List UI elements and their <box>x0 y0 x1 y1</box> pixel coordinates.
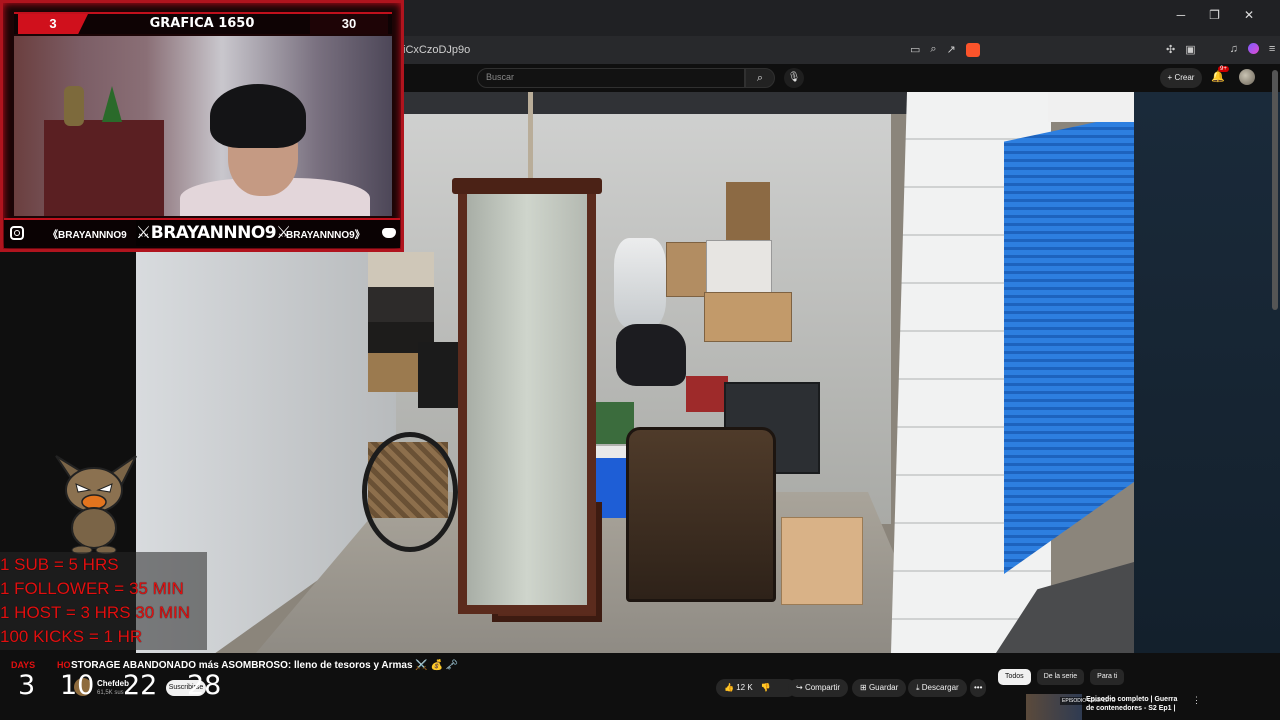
scrollbar[interactable] <box>1272 70 1278 310</box>
chip-todos[interactable]: Todos <box>998 669 1031 685</box>
rule-sub: 1 SUB = 5 HRS <box>0 555 119 574</box>
scene-cabinet-top <box>452 178 602 194</box>
zoom-icon[interactable]: ⌕ <box>930 43 936 57</box>
overlay-goal-title: GRAFICA 1650 <box>149 16 255 31</box>
cast-icon[interactable]: ▭ <box>910 43 920 57</box>
minimize-icon[interactable]: ─ <box>1177 8 1186 22</box>
timer-hours-label: HO <box>57 660 71 670</box>
window-controls: ─ ❐ ✕ <box>1177 8 1280 22</box>
scene-crockpot-box <box>706 240 772 296</box>
timer-seconds: 28 <box>187 670 222 701</box>
share-page-icon[interactable]: ↗ <box>947 43 956 57</box>
recommendation-chips: Todos De la serie Para ti <box>998 669 1125 685</box>
scene-crate <box>781 517 863 605</box>
scene-red-box <box>686 376 728 412</box>
close-icon[interactable]: ✕ <box>1244 8 1254 22</box>
thumbs-down-icon[interactable]: 👎 <box>761 683 771 692</box>
extensions-icon[interactable]: ✣ <box>1166 43 1175 56</box>
overlay-handle-left: 《BRAYANNNO9 <box>48 230 127 241</box>
address-bar[interactable]: iCxCzoDJp9o <box>403 44 470 56</box>
webcam-streamer-hair <box>210 84 306 148</box>
overlay-right-counter: 30 <box>310 14 388 34</box>
more-icon[interactable]: ⋮ <box>1192 695 1201 706</box>
channel-subscribers: 61,5K sus <box>97 690 124 696</box>
bookmark-icon: ⊞ <box>860 683 867 692</box>
video-side-backdrop <box>1134 92 1280 653</box>
more-actions-button[interactable]: ••• <box>970 679 987 697</box>
instagram-icon-lens <box>14 230 20 236</box>
scene-display-cabinet <box>458 184 596 614</box>
avatar[interactable] <box>1239 69 1255 85</box>
webcam-figurine <box>64 86 84 126</box>
brave-shield-icon[interactable] <box>965 43 980 57</box>
mic-icon: 🎙 <box>787 72 801 83</box>
voice-search-button[interactable]: 🎙 <box>784 68 804 88</box>
scene-roll-door <box>1004 114 1134 574</box>
like-count[interactable]: 12 K <box>736 683 752 692</box>
timer-minutes: 22 <box>123 670 158 701</box>
address-bar-icons: ▭ ⌕ ↗ <box>910 43 980 57</box>
sidebar-icon[interactable]: ▣ <box>1185 43 1195 56</box>
scene-bag <box>616 324 686 386</box>
share-icon: ↪ <box>796 683 803 692</box>
download-label: Descargar <box>921 683 959 692</box>
webcam-shelf <box>44 120 164 216</box>
scene-wrapped-item <box>614 238 666 328</box>
overlay-handle-right: BRAYANNNO9》 <box>286 230 365 241</box>
scene-cooler-lid <box>596 446 630 458</box>
menu-icon[interactable]: ≡ <box>1269 43 1275 56</box>
download-button[interactable]: ⤓ Descargar <box>908 679 967 697</box>
music-icon[interactable]: ♫ <box>1230 43 1238 56</box>
webcam-tree <box>102 86 122 122</box>
scene-trunk <box>626 427 776 602</box>
save-label: Guardar <box>868 683 899 692</box>
overlay-handle-main: ⚔BRAYANNNO9⚔ <box>136 220 291 246</box>
search-icon: ⌕ <box>756 72 764 84</box>
chip-de-la-serie[interactable]: De la serie <box>1036 669 1085 685</box>
share-label: Compartir <box>804 683 841 692</box>
search-button[interactable]: ⌕ <box>745 68 775 88</box>
search-input[interactable]: Buscar <box>477 68 745 88</box>
webcam-view <box>14 36 392 216</box>
create-label: Crear <box>1174 73 1195 82</box>
scene-box <box>726 182 770 240</box>
rule-kicks: 100 KICKS = 1 HR <box>0 627 143 646</box>
profile-extension-icon[interactable] <box>1247 43 1259 54</box>
share-button[interactable]: ↪ Compartir <box>788 679 849 697</box>
timer-days-label: DAYS <box>11 660 36 670</box>
scene-door-frame <box>1048 92 1134 122</box>
rule-follower: 1 FOLLOWER = 35 MIN <box>0 579 184 598</box>
mascot-bunny-icon <box>55 455 137 554</box>
timer-days: 3 <box>18 670 36 701</box>
chip-para-ti[interactable]: Para ti <box>1090 669 1125 685</box>
save-button[interactable]: ⊞ Guardar <box>852 679 907 697</box>
discord-icon <box>382 228 396 238</box>
extension-icons: ✣ ▣ ♫ ≡ <box>1166 43 1275 56</box>
overlay-left-counter: 3 <box>18 14 88 34</box>
download-icon: ⤓ <box>916 683 920 692</box>
rule-host: 1 HOST = 3 HRS 30 MIN <box>0 603 191 622</box>
scene-bicycle <box>362 432 458 552</box>
maximize-icon[interactable]: ❐ <box>1209 8 1220 22</box>
scene-box <box>704 292 792 342</box>
timer-hours: 10 <box>60 670 95 701</box>
notification-badge: 9+ <box>1218 66 1229 72</box>
thumbs-up-icon[interactable]: 👍 <box>724 683 734 692</box>
recommended-title[interactable]: Episodio completo | Guerra de contenedor… <box>1086 695 1186 713</box>
create-button[interactable]: + Crear <box>1160 68 1202 88</box>
like-dislike-group: 👍 12 K 👎 <box>716 679 796 697</box>
